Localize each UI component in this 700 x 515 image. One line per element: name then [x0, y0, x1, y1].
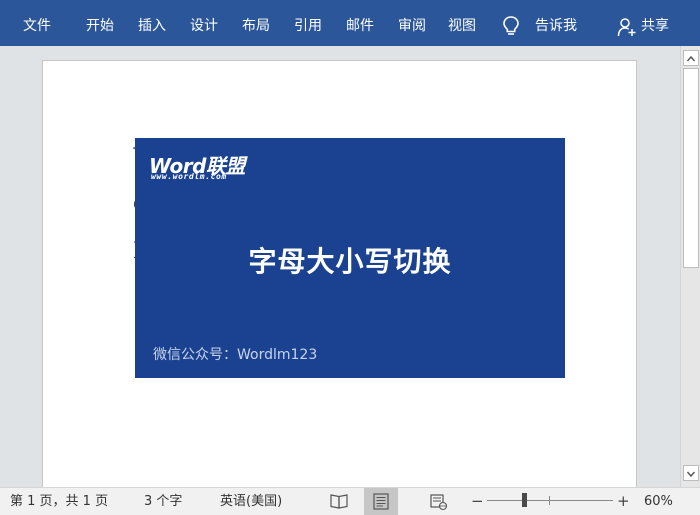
chevron-down-icon [686, 471, 696, 478]
zoom-slider-thumb[interactable] [522, 493, 528, 507]
tab-design[interactable]: 设计 [190, 16, 218, 36]
tab-references[interactable]: 引用 [294, 16, 322, 36]
tab-review[interactable]: 审阅 [398, 16, 426, 36]
print-layout-button[interactable] [364, 488, 398, 515]
language-indicator[interactable]: 英语(美国) [220, 493, 282, 511]
banner-footer: 微信公众号：Wordlm123 [153, 347, 318, 363]
vertical-scrollbar[interactable] [680, 46, 700, 487]
tab-view[interactable]: 视图 [448, 16, 476, 36]
zoom-level[interactable]: 60% [644, 493, 673, 511]
tab-layout[interactable]: 布局 [242, 16, 270, 36]
tab-file[interactable]: 文件 [23, 16, 51, 36]
tab-home[interactable]: 开始 [86, 16, 114, 36]
web-layout-icon [430, 494, 448, 511]
scroll-down-button[interactable] [683, 465, 699, 481]
document-canvas[interactable]: W c L Word联盟 www.wordlm.com 字母大小写切换 微信公众… [0, 46, 680, 487]
tab-insert[interactable]: 插入 [138, 16, 166, 36]
read-mode-button[interactable] [322, 488, 356, 515]
status-bar: 第 1 页，共 1 页 3 个字 英语(美国) − + 60% [0, 487, 700, 515]
zoom-in-button[interactable]: + [617, 492, 630, 510]
ribbon-bar: 文件 开始 插入 设计 布局 引用 邮件 审阅 视图 告诉我 共享 [0, 0, 700, 46]
person-plus-icon[interactable] [617, 17, 637, 37]
logo-url: www.wordlm.com [151, 172, 227, 181]
cover-banner-image: Word联盟 www.wordlm.com 字母大小写切换 微信公众号：Word… [135, 138, 565, 378]
page-count[interactable]: 第 1 页，共 1 页 [10, 493, 108, 511]
read-mode-icon [330, 494, 348, 509]
web-layout-button[interactable] [422, 488, 456, 515]
share-button[interactable]: 共享 [641, 16, 669, 36]
tab-mailings[interactable]: 邮件 [346, 16, 374, 36]
lightbulb-icon[interactable] [501, 15, 521, 37]
chevron-up-icon [686, 55, 696, 62]
scroll-thumb[interactable] [683, 68, 699, 268]
tell-me-search[interactable]: 告诉我 [535, 16, 577, 36]
zoom-out-button[interactable]: − [471, 492, 484, 510]
zoom-slider-track[interactable] [487, 500, 613, 501]
scroll-up-button[interactable] [683, 50, 699, 66]
zoom-slider-midpoint [549, 496, 550, 505]
print-layout-icon [373, 493, 389, 510]
banner-title: 字母大小写切换 [248, 245, 452, 278]
word-count[interactable]: 3 个字 [144, 493, 182, 511]
